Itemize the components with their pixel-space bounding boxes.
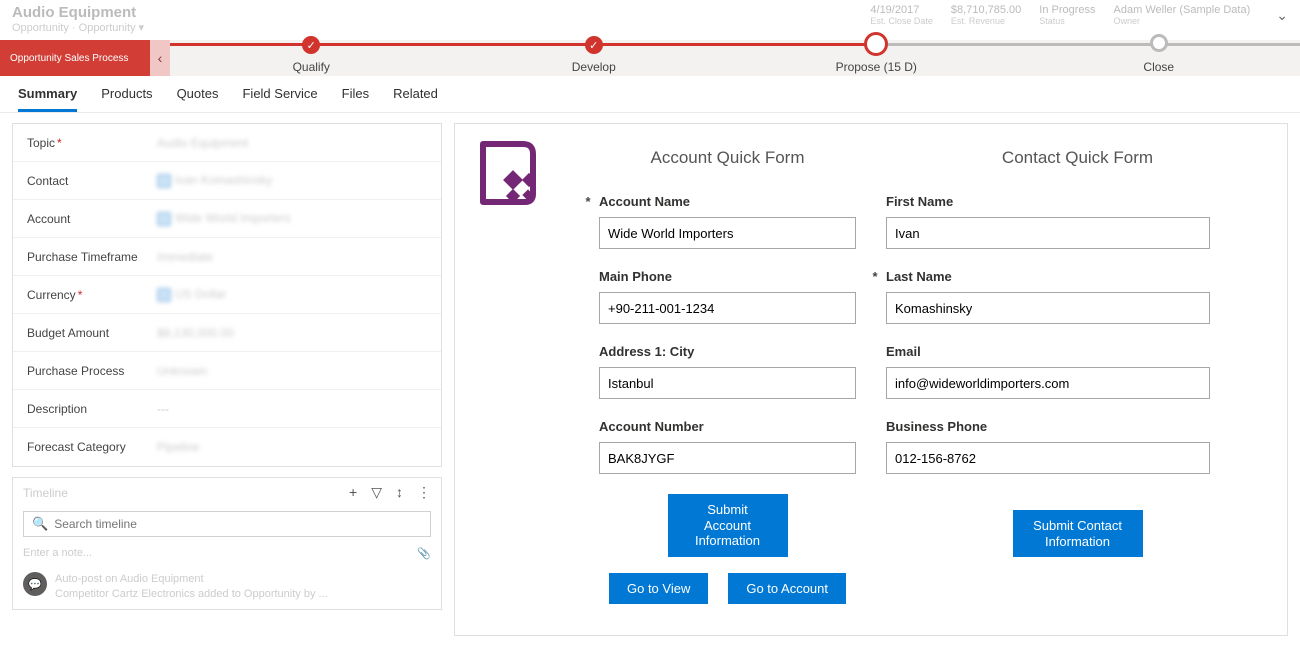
last-name-label: Last Name: [886, 269, 952, 284]
process-back-icon[interactable]: ‹: [150, 40, 170, 76]
current-stage-ring-icon: [864, 32, 888, 56]
breadcrumb[interactable]: Opportunity · Opportunity ▾: [12, 21, 144, 34]
field-process[interactable]: Purchase Process Unknown: [13, 352, 441, 390]
header-title-block: Audio Equipment Opportunity · Opportunit…: [12, 4, 144, 34]
field-timeframe[interactable]: Purchase Timeframe Immediate: [13, 238, 441, 276]
lookup-icon: [157, 174, 171, 188]
quick-forms-panel: Account Quick Form * Account Name Main Ph…: [454, 123, 1288, 636]
contact-quick-form: Contact Quick Form First Name *Last Name…: [886, 134, 1269, 615]
account-name-label: Account Name: [599, 194, 690, 209]
main-phone-label: Main Phone: [599, 269, 856, 284]
account-quick-form: Account Quick Form * Account Name Main Ph…: [473, 134, 856, 615]
main-phone-input[interactable]: [599, 292, 856, 324]
attach-icon[interactable]: 📎: [417, 547, 431, 560]
sort-icon[interactable]: ↕: [396, 484, 403, 501]
timeline-note-prompt[interactable]: Enter a note... 📎: [13, 541, 441, 566]
record-header: Audio Equipment Opportunity · Opportunit…: [0, 0, 1300, 40]
timeline-entry-text: Auto-post on Audio Equipment Competitor …: [55, 572, 328, 603]
field-topic[interactable]: Topic* Audio Equipment: [13, 124, 441, 162]
city-label: Address 1: City: [599, 344, 856, 359]
required-icon: *: [870, 269, 880, 284]
business-phone-input[interactable]: [886, 442, 1210, 474]
email-label: Email: [886, 344, 1269, 359]
required-icon: *: [57, 136, 62, 150]
required-icon: *: [583, 194, 593, 209]
timeline-actions: + ▽ ↕ ⋮: [349, 484, 431, 501]
tab-products[interactable]: Products: [101, 86, 152, 112]
process-bar: Opportunity Sales Process ‹ ✓ Qualify ✓ …: [0, 40, 1300, 76]
header-stats: 4/19/2017 Est. Close Date $8,710,785.00 …: [870, 4, 1288, 26]
account-name-input[interactable]: [599, 217, 856, 249]
stage-develop[interactable]: ✓ Develop: [453, 42, 736, 74]
submit-account-button[interactable]: Submit Account Information: [668, 494, 788, 557]
stage-propose[interactable]: Propose (15 D): [735, 42, 1018, 74]
tab-field-service[interactable]: Field Service: [242, 86, 317, 112]
chevron-down-icon[interactable]: ⌄: [1268, 7, 1288, 24]
field-budget[interactable]: Budget Amount $8,130,000.00: [13, 314, 441, 352]
content-area: Topic* Audio Equipment Contact Ivan Koma…: [0, 113, 1300, 646]
check-icon: ✓: [585, 36, 603, 54]
contact-form-title: Contact Quick Form: [886, 148, 1269, 168]
submit-contact-button[interactable]: Submit Contact Information: [1013, 510, 1143, 557]
stage-track: ✓ Qualify ✓ Develop Propose (15 D) Close: [170, 40, 1300, 76]
last-name-input[interactable]: [886, 292, 1210, 324]
filter-icon[interactable]: ▽: [371, 484, 382, 501]
powerapps-icon: [473, 134, 573, 214]
timeline-search-input[interactable]: [54, 517, 422, 531]
timeline-entry[interactable]: 💬 Auto-post on Audio Equipment Competito…: [13, 566, 441, 609]
lookup-icon: [157, 288, 171, 302]
stage-close[interactable]: Close: [1018, 42, 1300, 74]
city-input[interactable]: [599, 367, 856, 399]
timeline-panel: Timeline + ▽ ↕ ⋮ 🔍 Enter a note... 📎 💬: [12, 477, 442, 610]
account-number-label: Account Number: [599, 419, 856, 434]
stat-close-date: 4/19/2017 Est. Close Date: [870, 4, 933, 26]
timeline-title: Timeline: [23, 486, 68, 500]
account-number-input[interactable]: [599, 442, 856, 474]
field-currency[interactable]: Currency* US Dollar: [13, 276, 441, 314]
business-phone-label: Business Phone: [886, 419, 1269, 434]
stat-status: In Progress Status: [1039, 4, 1095, 26]
field-forecast[interactable]: Forecast Category Pipeline: [13, 428, 441, 466]
timeline-search[interactable]: 🔍: [23, 511, 431, 537]
field-account[interactable]: Account Wide World Importers: [13, 200, 441, 238]
chat-icon: 💬: [23, 572, 47, 596]
required-icon: *: [78, 288, 83, 302]
record-title: Audio Equipment: [12, 4, 144, 21]
lookup-icon: [157, 212, 171, 226]
account-form-title: Account Quick Form: [599, 148, 856, 168]
first-name-input[interactable]: [886, 217, 1210, 249]
field-description[interactable]: Description ---: [13, 390, 441, 428]
stage-qualify[interactable]: ✓ Qualify: [170, 42, 453, 74]
tab-quotes[interactable]: Quotes: [177, 86, 219, 112]
tab-files[interactable]: Files: [342, 86, 369, 112]
field-contact[interactable]: Contact Ivan Komashinsky: [13, 162, 441, 200]
process-name-tab[interactable]: Opportunity Sales Process: [0, 40, 150, 76]
search-icon: 🔍: [32, 516, 48, 532]
stat-revenue: $8,710,785.00 Est. Revenue: [951, 4, 1021, 26]
email-input[interactable]: [886, 367, 1210, 399]
details-panel: Topic* Audio Equipment Contact Ivan Koma…: [12, 123, 442, 467]
tab-related[interactable]: Related: [393, 86, 438, 112]
add-icon[interactable]: +: [349, 484, 357, 501]
first-name-label: First Name: [886, 194, 1269, 209]
timeline-header: Timeline + ▽ ↕ ⋮: [13, 478, 441, 507]
future-stage-ring-icon: [1150, 34, 1168, 52]
left-column: Topic* Audio Equipment Contact Ivan Koma…: [12, 123, 442, 636]
stat-owner: Adam Weller (Sample Data) Owner: [1114, 4, 1251, 26]
go-to-view-button[interactable]: Go to View: [609, 573, 708, 604]
more-icon[interactable]: ⋮: [417, 484, 431, 501]
go-to-account-button[interactable]: Go to Account: [728, 573, 846, 604]
form-tabs: Summary Products Quotes Field Service Fi…: [0, 76, 1300, 113]
check-icon: ✓: [302, 36, 320, 54]
tab-summary[interactable]: Summary: [18, 86, 77, 112]
